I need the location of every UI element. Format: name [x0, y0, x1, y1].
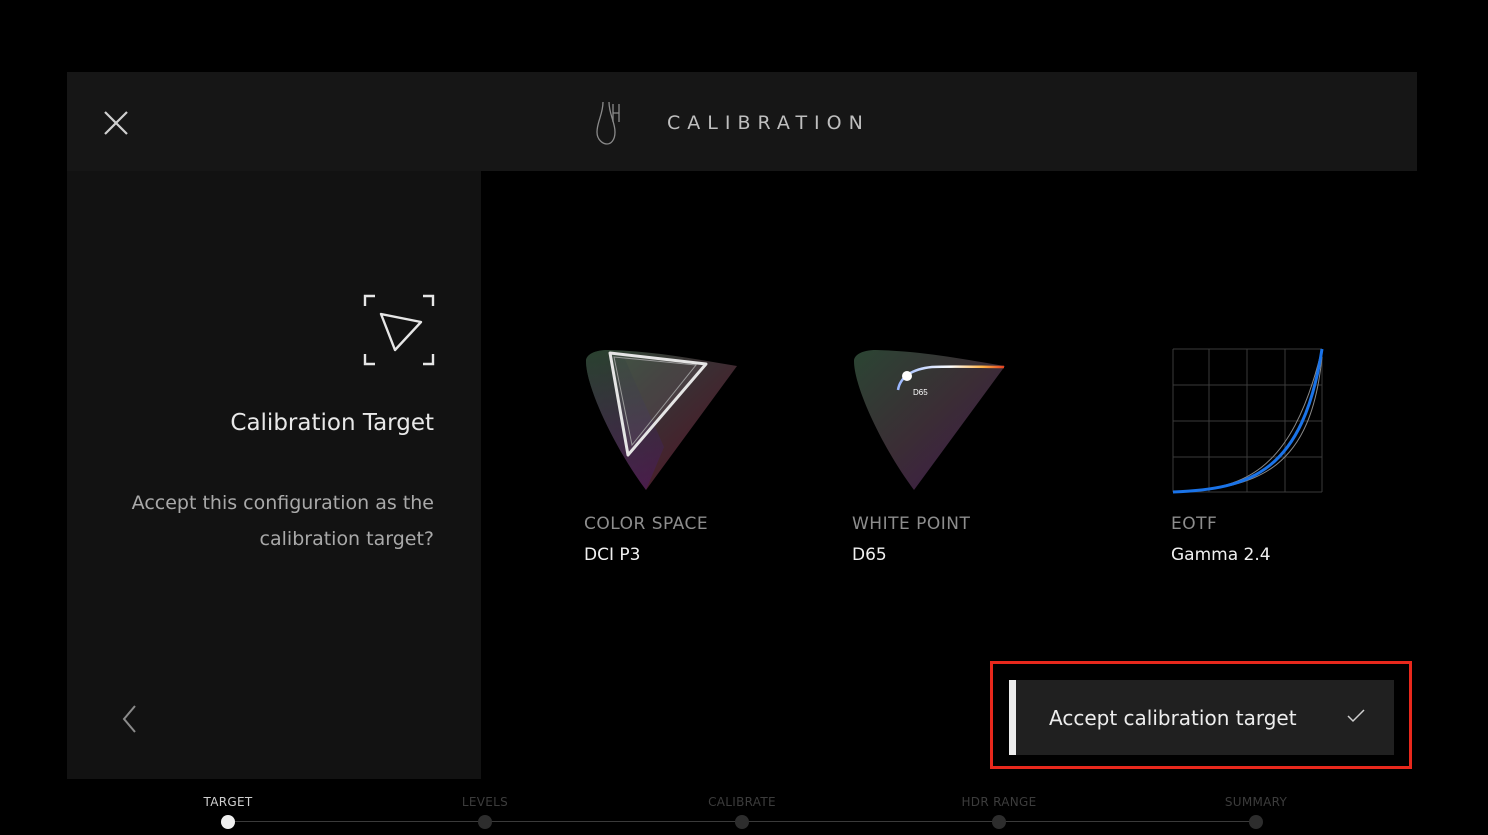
header-bar: CALIBRATION	[67, 72, 1417, 171]
panel-description: Accept this configuration as the calibra…	[131, 492, 434, 550]
eotf-value: Gamma 2.4	[1171, 545, 1271, 565]
white-point-label: WHITE POINT	[852, 514, 971, 534]
gamma-curve-icon	[1171, 347, 1341, 497]
step-label: TARGET	[203, 795, 253, 809]
step-hdr-range[interactable]: HDR RANGE	[919, 790, 1079, 829]
close-icon[interactable]	[103, 110, 129, 136]
step-label: CALIBRATE	[708, 795, 776, 809]
page-title: CALIBRATION	[667, 112, 870, 134]
eotf-label: EOTF	[1171, 514, 1218, 534]
logo-icon	[593, 100, 621, 146]
white-point-value: D65	[852, 545, 887, 565]
step-dot	[735, 815, 749, 829]
color-space-label: COLOR SPACE	[584, 514, 709, 534]
highlight-box	[990, 661, 1412, 769]
step-calibrate[interactable]: CALIBRATE	[662, 790, 822, 829]
progress-stepper: TARGET LEVELS CALIBRATE HDR RANGE SUMMAR…	[0, 790, 1488, 835]
white-point-icon: D65	[852, 347, 1022, 497]
step-levels[interactable]: LEVELS	[405, 790, 565, 829]
step-target[interactable]: TARGET	[148, 790, 308, 829]
step-dot	[221, 815, 235, 829]
info-panel: Calibration Target Accept this configura…	[67, 171, 481, 779]
step-dot	[992, 815, 1006, 829]
gamut-triangle-icon	[584, 347, 754, 497]
panel-title: Calibration Target	[230, 410, 434, 436]
step-dot	[478, 815, 492, 829]
step-label: SUMMARY	[1224, 795, 1288, 809]
step-dot	[1249, 815, 1263, 829]
step-label: LEVELS	[461, 795, 509, 809]
step-label: HDR RANGE	[961, 795, 1037, 809]
eotf-card: EOTF Gamma 2.4	[1171, 347, 1341, 565]
step-summary[interactable]: SUMMARY	[1176, 790, 1336, 829]
calibration-target-icon	[363, 294, 435, 366]
white-point-card: D65 WHITE POINT D65	[852, 347, 1022, 565]
color-space-value: DCI P3	[584, 545, 641, 565]
color-space-card: COLOR SPACE DCI P3	[584, 347, 754, 565]
chevron-left-icon[interactable]	[117, 703, 141, 735]
white-point-diagram-label: D65	[913, 388, 928, 397]
